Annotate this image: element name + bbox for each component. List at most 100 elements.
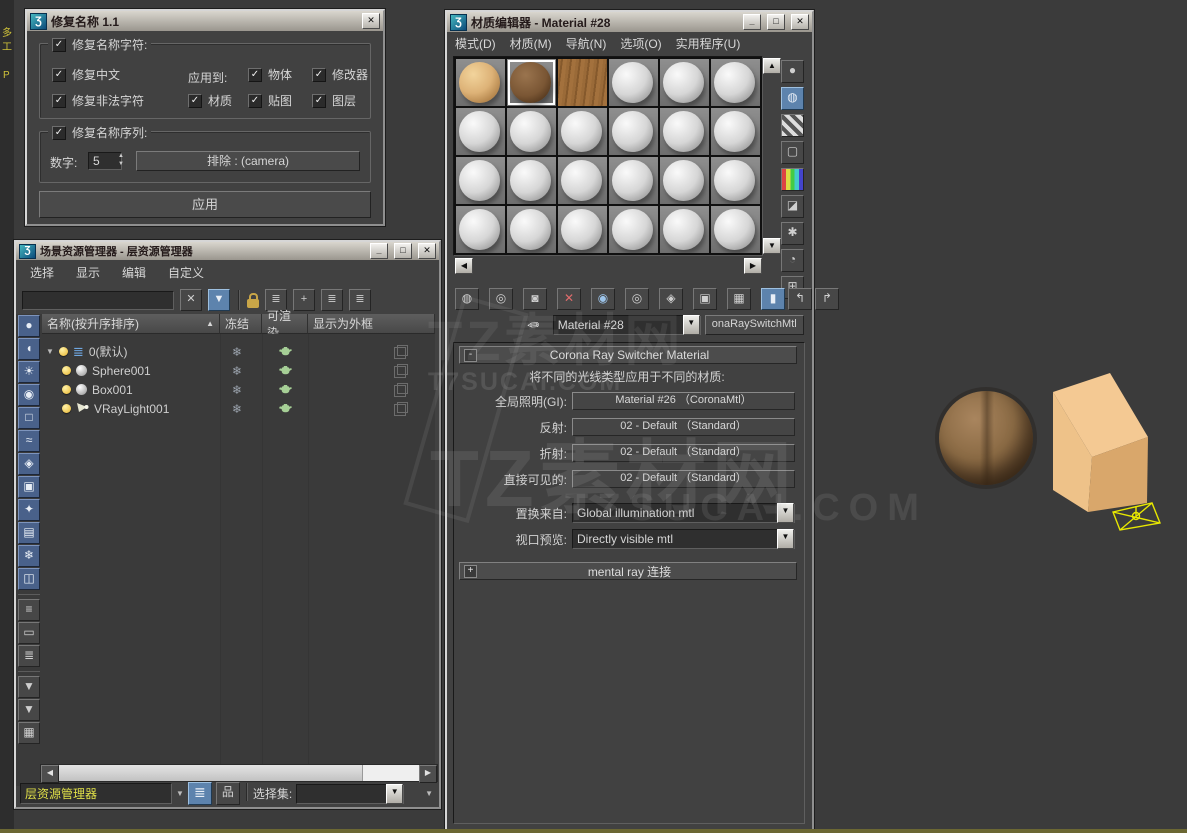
assign-material-to-selection-button[interactable]: ◙	[523, 288, 547, 310]
fix-names-titlebar[interactable]: Ʒ 修复名称 1.1 ✕	[27, 11, 383, 31]
display-bones-button[interactable]: ✦	[18, 499, 40, 521]
table-row[interactable]: ▼≣0(默认)❄	[42, 342, 439, 361]
put-to-library-button[interactable]: ◈	[659, 288, 683, 310]
material-sample-slot[interactable]	[507, 108, 556, 155]
video-color-check-button[interactable]	[781, 168, 804, 191]
material-sample-slot[interactable]	[456, 108, 505, 155]
go-to-parent-button[interactable]: ↰	[788, 288, 812, 310]
direct-button[interactable]: 02 - Default （Standard）	[572, 470, 795, 488]
mode-dropdown-arrow-icon[interactable]: ▼	[176, 789, 184, 798]
dropdown-arrow-icon[interactable]: ▼	[777, 503, 794, 523]
filter-selected-button[interactable]: ▼	[18, 699, 40, 721]
display-hidden-button[interactable]: ◫	[18, 568, 40, 590]
freeze-icon[interactable]: ❄	[232, 345, 242, 359]
lock-cell-editing-button[interactable]	[247, 299, 259, 308]
background-button[interactable]	[781, 114, 804, 137]
material-sample-slot[interactable]	[660, 108, 709, 155]
collapse-icon[interactable]: -	[464, 349, 477, 362]
display-as-box-icon[interactable]	[394, 404, 406, 416]
filter-button[interactable]: ▼	[18, 676, 40, 698]
table-row[interactable]: Box001❄	[42, 380, 455, 399]
material-editor-titlebar[interactable]: Ʒ 材质编辑器 - Material #28 _ □ ✕	[447, 12, 812, 32]
table-row[interactable]: Sphere001 ❄	[42, 361, 455, 380]
fix-chinese-checkbox[interactable]: ✓	[52, 68, 66, 82]
freeze-icon[interactable]: ❄	[232, 364, 242, 378]
column-header-name[interactable]: 名称(按升序排序) ▲	[42, 314, 220, 334]
selection-set-dropdown[interactable]: ▼	[296, 784, 404, 804]
reflect-button[interactable]: 02 - Default （Standard）	[572, 418, 795, 436]
object-checkbox[interactable]: ✓	[248, 68, 262, 82]
material-sample-slot[interactable]	[507, 206, 556, 253]
close-icon[interactable]: ✕	[791, 14, 809, 30]
material-name-dropdown[interactable]: Material #28 ▼	[553, 315, 701, 335]
fix-illegal-checkbox[interactable]: ✓	[52, 94, 66, 108]
backlight-button[interactable]: ◍	[781, 87, 804, 110]
visibility-bulb-icon[interactable]	[59, 347, 68, 356]
material-sample-slot[interactable]	[711, 157, 760, 204]
material-sample-slot[interactable]	[456, 59, 505, 106]
material-sample-slot[interactable]	[711, 108, 760, 155]
menu-item[interactable]: 模式(D)	[455, 35, 496, 52]
explorer-mode-dropdown[interactable]: 层资源管理器	[20, 783, 172, 804]
menu-item[interactable]: 显示	[76, 264, 100, 281]
clear-search-icon[interactable]: ✕	[180, 289, 202, 311]
column-header-display-as-box[interactable]: 显示为外框	[308, 314, 435, 334]
vray-light-gizmo[interactable]	[1100, 495, 1175, 540]
object-name[interactable]: Sphere001	[92, 364, 151, 378]
display-cameras-button[interactable]: ◉	[18, 384, 40, 406]
visibility-bulb-icon[interactable]	[62, 404, 71, 413]
edit-layer-button[interactable]: ≣	[321, 289, 343, 311]
menu-item[interactable]: 导航(N)	[566, 35, 607, 52]
horizontal-scrollbar[interactable]: ◀ ▶	[40, 764, 438, 782]
dropdown-arrow-icon[interactable]: ▼	[683, 315, 700, 335]
column-header-freeze[interactable]: 冻结	[220, 314, 262, 334]
viewport-sphere-object[interactable]	[939, 391, 1033, 485]
slice-button[interactable]: ▦	[18, 722, 40, 744]
make-unique-button[interactable]: ◎	[625, 288, 649, 310]
display-containers-button[interactable]: ▤	[18, 522, 40, 544]
visibility-bulb-icon[interactable]	[62, 366, 71, 375]
mentalray-rollout-header[interactable]: + mental ray 连接	[459, 562, 797, 580]
fix-chars-checkbox[interactable]: ✓	[52, 38, 66, 52]
menu-item[interactable]: 选择	[30, 264, 54, 281]
search-input[interactable]	[22, 291, 174, 310]
sample-type-button[interactable]: ●	[781, 60, 804, 83]
object-name[interactable]: 0(默认)	[89, 343, 128, 360]
column-header-renderable[interactable]: 可渲染	[262, 314, 308, 334]
number-input[interactable]: 5	[88, 152, 122, 170]
material-sample-slot[interactable]	[711, 59, 760, 106]
material-id-channel-button[interactable]: ▣	[693, 288, 717, 310]
show-map-in-viewport-button[interactable]: ▦	[727, 288, 751, 310]
material-sample-slot[interactable]	[660, 59, 709, 106]
select-children-button[interactable]: ≣	[349, 289, 371, 311]
eyedropper-icon[interactable]: ✎	[523, 315, 543, 336]
get-material-button[interactable]: ◍	[455, 288, 479, 310]
refract-button[interactable]: 02 - Default （Standard）	[572, 444, 795, 462]
renderable-teapot-icon[interactable]	[278, 384, 293, 398]
material-sample-slot[interactable]	[558, 206, 607, 253]
material-sample-slot[interactable]	[609, 108, 658, 155]
gi-button[interactable]: Material #26 （CoronaMtl）	[572, 392, 795, 410]
minimize-icon[interactable]: _	[370, 243, 388, 259]
modifier-checkbox[interactable]: ✓	[312, 68, 326, 82]
renderable-teapot-icon[interactable]	[278, 346, 293, 360]
blank-view-button[interactable]: ▭	[18, 622, 40, 644]
map-checkbox[interactable]: ✓	[248, 94, 262, 108]
show-end-result-button[interactable]: ▮	[761, 288, 785, 310]
exclude-button[interactable]: 排除 : (camera)	[136, 151, 360, 171]
material-sample-slot[interactable]	[609, 157, 658, 204]
go-forward-to-sibling-button[interactable]: ↱	[815, 288, 839, 310]
fix-sequence-checkbox[interactable]: ✓	[52, 126, 66, 140]
close-icon[interactable]: ✕	[418, 243, 436, 259]
material-checkbox[interactable]: ✓	[188, 94, 202, 108]
menu-item[interactable]: 选项(O)	[620, 35, 661, 52]
menu-item[interactable]: 材质(M)	[510, 35, 552, 52]
material-sample-slot[interactable]	[660, 157, 709, 204]
material-sample-slot[interactable]	[711, 206, 760, 253]
maximize-icon[interactable]: □	[394, 243, 412, 259]
expand-icon[interactable]: +	[464, 565, 477, 578]
viewport-preview-dropdown[interactable]: Directly visible mtl▼	[572, 529, 795, 549]
menu-item[interactable]: 自定义	[168, 264, 204, 281]
displace-from-dropdown[interactable]: Global illumination mtl▼	[572, 503, 795, 523]
material-options-button[interactable]: ✱	[781, 222, 804, 245]
